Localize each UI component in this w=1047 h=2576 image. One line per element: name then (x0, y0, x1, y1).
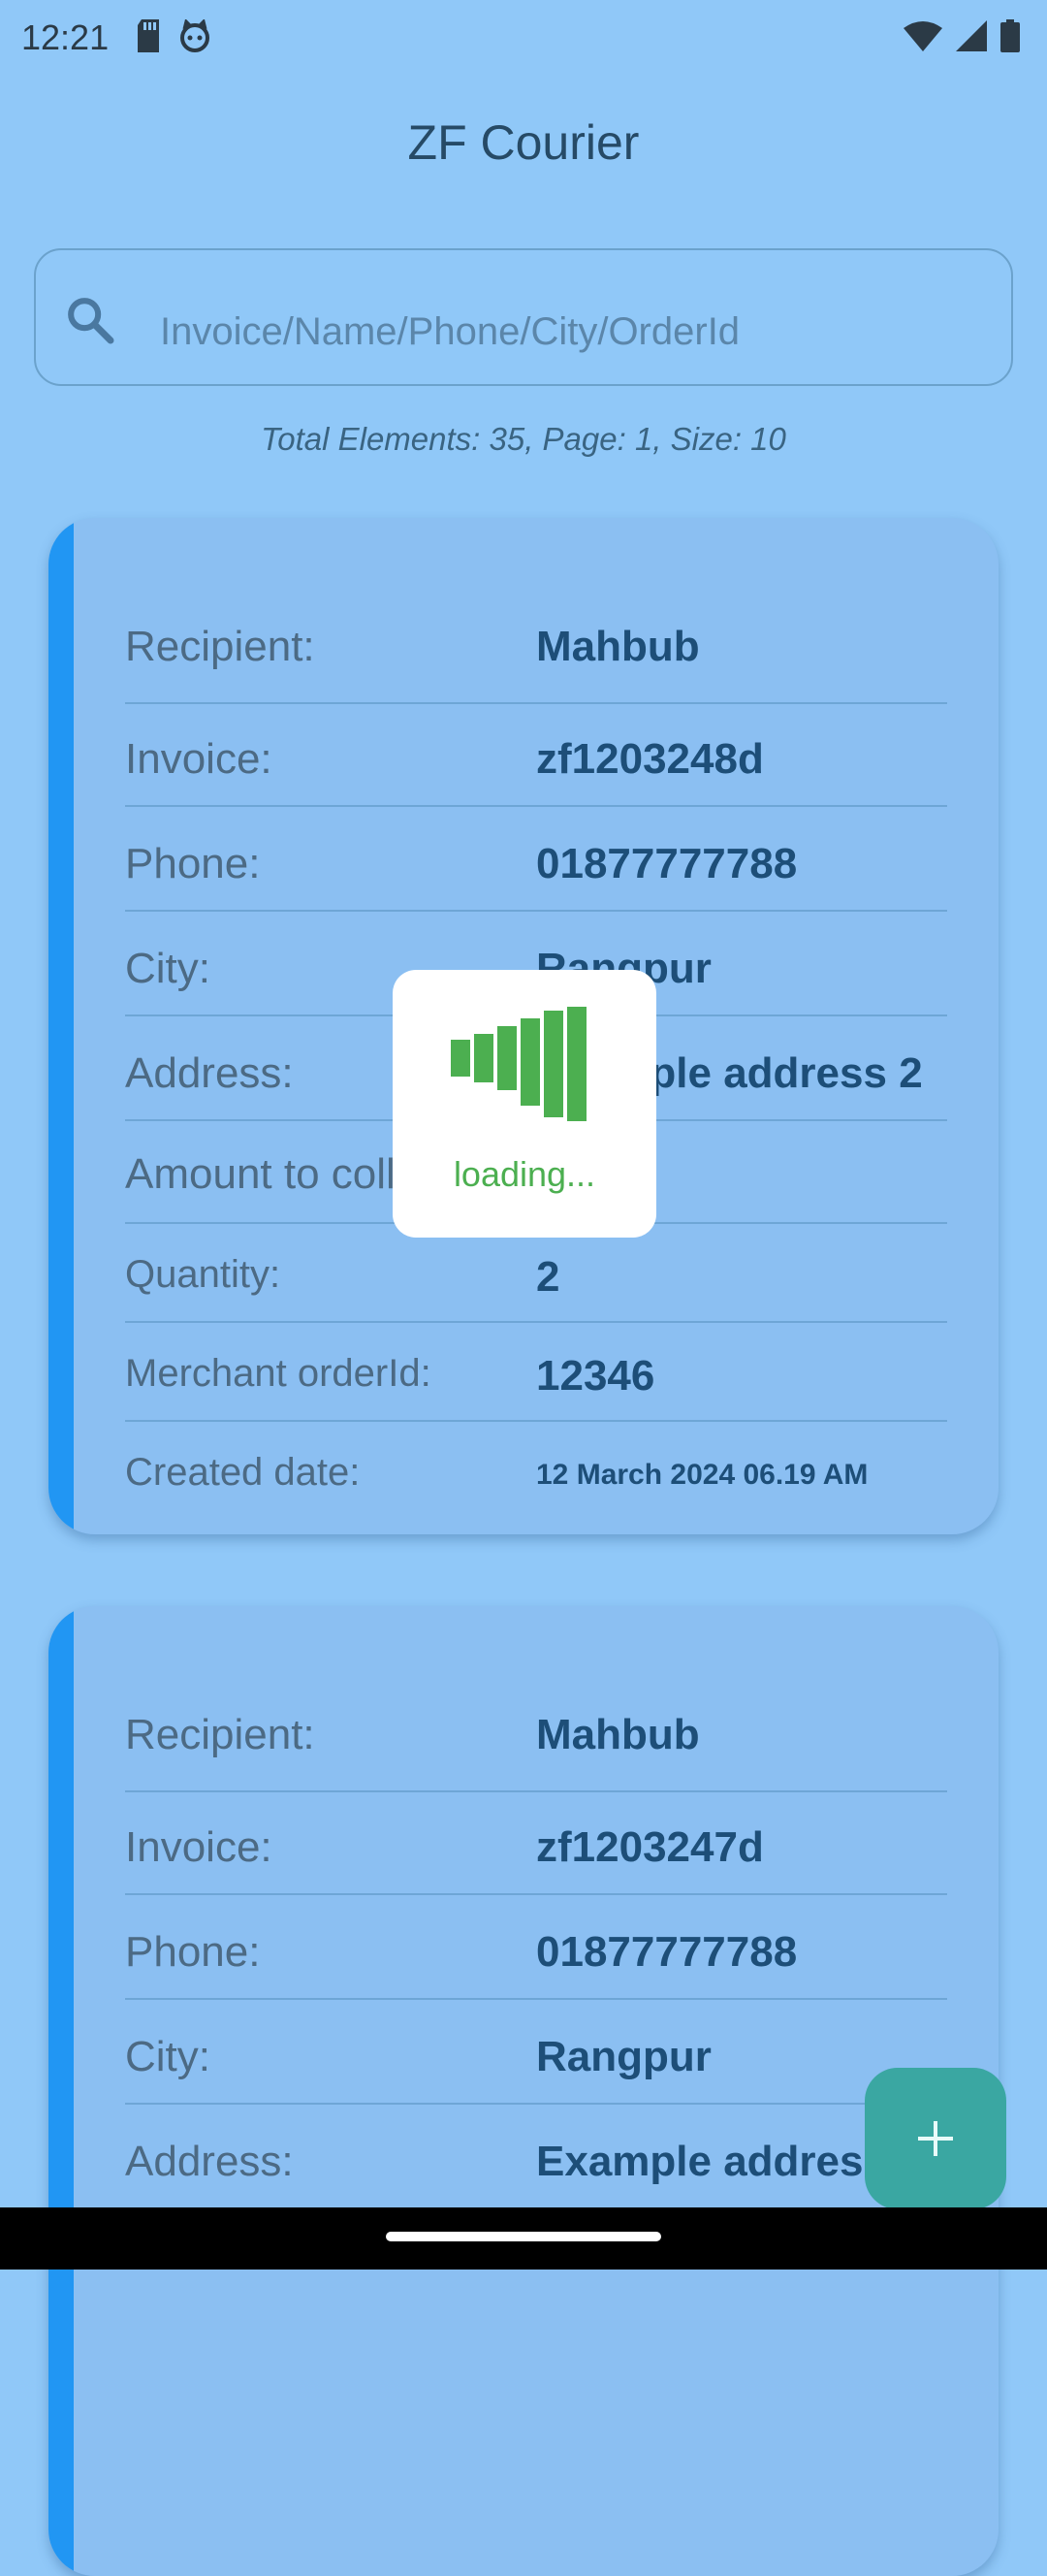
app-title: ZF Courier (407, 115, 640, 170)
card-row-phone: Phone: 01877777788 (125, 1895, 947, 2000)
row-value: 2 (536, 1253, 560, 1301)
row-value: 01877777788 (536, 1928, 798, 1976)
card-row-phone: Phone: 01877777788 (125, 807, 947, 912)
card-row-recipient: Recipient: Mahbub (125, 590, 947, 704)
cat-face-icon (180, 19, 209, 52)
home-gesture-handle[interactable] (386, 2232, 661, 2241)
order-card[interactable]: Recipient: Mahbub Invoice: zf1203247d Ph… (48, 1606, 999, 2576)
row-label: Merchant orderId: (125, 1352, 431, 1395)
status-time: 12:21 (21, 17, 110, 57)
wifi-icon (904, 21, 942, 51)
row-value: Example address (536, 2138, 887, 2185)
row-value: Rangpur (536, 2033, 712, 2080)
row-label: City: (125, 2033, 210, 2080)
search-input[interactable]: Invoice/Name/Phone/City/OrderId (34, 248, 1013, 386)
plus-icon (918, 2121, 953, 2156)
row-value: 12346 (536, 1352, 655, 1400)
row-label: Phone: (125, 840, 261, 887)
row-label: Created date: (125, 1451, 361, 1494)
row-value: 01877777788 (536, 840, 798, 887)
card-row-merchant-order-id: Merchant orderId: 12346 (125, 1323, 947, 1422)
card-row-invoice: Invoice: zf1203247d (125, 1790, 947, 1895)
card-row-quantity: Quantity: 2 (125, 1224, 947, 1323)
sd-card-icon (138, 19, 159, 52)
row-value: Mahbub (536, 623, 700, 670)
battery-icon (1000, 19, 1020, 52)
search-placeholder: Invoice/Name/Phone/City/OrderId (160, 310, 741, 353)
card-row-created-date: Created date: 12 March 2024 06.19 AM (125, 1422, 947, 1519)
row-label: Address: (125, 1049, 294, 1097)
row-value: Mahbub (536, 1711, 700, 1758)
loading-text: loading... (453, 1154, 596, 1194)
row-label: Invoice: (125, 1823, 272, 1871)
card-accent-bar (48, 518, 74, 1534)
search-icon[interactable] (63, 293, 117, 347)
navigation-bar (0, 2207, 1047, 2270)
card-accent-bar (48, 1606, 74, 2576)
loading-dialog: loading... (393, 970, 656, 1238)
card-row-address: Address: Example address (125, 2105, 947, 2209)
row-label: Recipient: (125, 1711, 315, 1758)
status-bar: 12:21 (0, 0, 1047, 74)
add-order-button[interactable] (865, 2068, 1006, 2209)
card-row-city: City: Rangpur (125, 2000, 947, 2105)
row-label: Invoice: (125, 735, 272, 783)
row-value: 12 March 2024 06.19 AM (536, 1459, 869, 1491)
row-value: zf1203247d (536, 1823, 764, 1871)
row-label: Quantity: (125, 1253, 281, 1296)
row-label: Recipient: (125, 623, 315, 670)
row-label: City: (125, 945, 210, 992)
pagination-summary: Total Elements: 35, Page: 1, Size: 10 (261, 421, 786, 457)
row-label: Phone: (125, 1928, 261, 1976)
card-row-recipient: Recipient: Mahbub (125, 1678, 947, 1792)
card-row-invoice: Invoice: zf1203248d (125, 702, 947, 807)
cellular-signal-icon (956, 20, 987, 51)
row-label: Address: (125, 2138, 294, 2185)
row-value: zf1203248d (536, 735, 764, 783)
